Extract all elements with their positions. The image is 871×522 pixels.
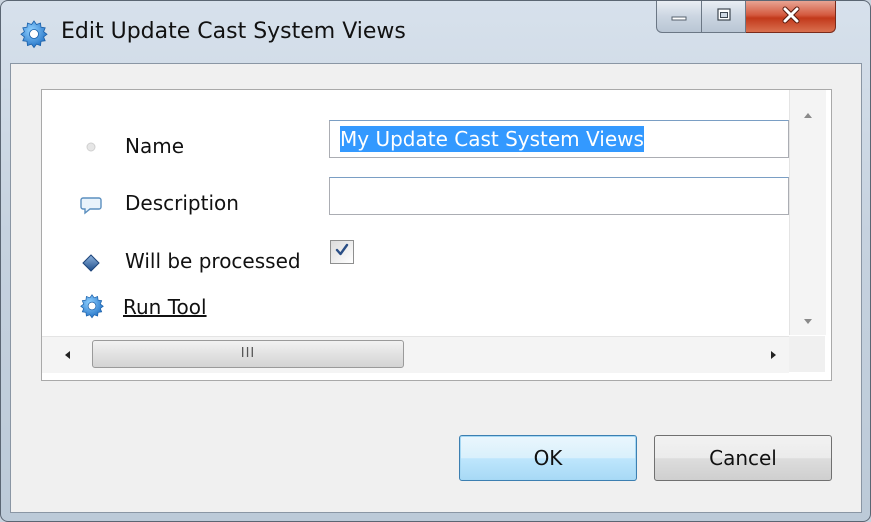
run-tool-link[interactable]: Run Tool [123,294,207,320]
horizontal-scrollbar[interactable]: III [42,336,789,373]
name-input-value: My Update Cast System Views [340,126,644,152]
window-title: Edit Update Cast System Views [61,19,406,44]
arrow-up-icon [802,104,814,123]
minimize-icon [670,7,688,26]
arrow-down-icon [802,311,814,330]
close-button[interactable] [746,1,836,33]
scroll-corner [789,336,825,372]
arrow-right-icon [770,346,778,365]
will-be-processed-checkbox[interactable] [330,240,354,264]
description-label: Description [125,191,239,215]
vertical-scrollbar[interactable] [789,90,826,335]
name-input[interactable]: My Update Cast System Views [329,120,789,158]
gear-icon [79,293,105,319]
horizontal-scroll-thumb[interactable]: III [92,340,404,368]
ok-button[interactable]: OK [459,435,637,481]
caption-buttons [656,1,836,35]
checkmark-icon [334,242,350,262]
maximize-button[interactable] [702,1,746,33]
title-bar[interactable]: Edit Update Cast System Views [1,1,870,63]
scroll-down-button[interactable] [790,305,826,335]
speech-bubble-icon [80,194,102,216]
dialog-client-area: Name My Update Cast System Views Descrip… [10,63,862,513]
close-icon [781,6,801,28]
scroll-left-button[interactable] [52,337,82,373]
dialog-window: Edit Update Cast System Views Name My Up… [0,0,871,522]
maximize-icon [715,7,733,27]
gear-icon [19,19,49,49]
dot-icon [80,136,102,158]
cancel-button[interactable]: Cancel [654,435,832,481]
scroll-up-button[interactable] [790,98,826,128]
name-label: Name [125,134,185,158]
description-input[interactable] [329,177,789,215]
arrow-left-icon [63,346,71,365]
diamond-icon [80,252,102,274]
scroll-right-button[interactable] [759,337,789,373]
properties-panel: Name My Update Cast System Views Descrip… [41,89,832,381]
scroll-thumb-grip: III [240,346,256,361]
minimize-button[interactable] [656,1,702,33]
processed-label: Will be processed [125,249,301,273]
